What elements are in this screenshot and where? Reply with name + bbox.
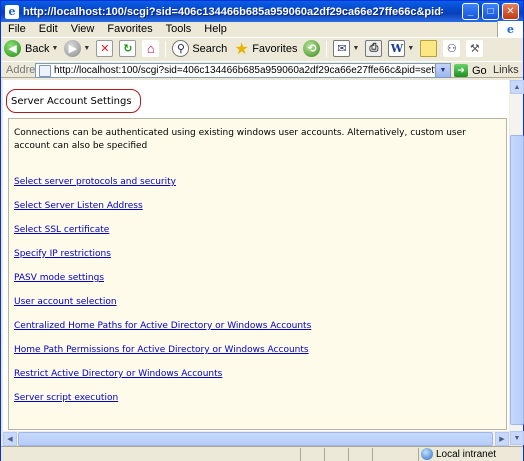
address-url[interactable]: http://localhost:100/scgi?sid=406c134466… xyxy=(54,65,435,76)
standard-toolbar: ◀ Back ▼ ▶ ▼ ✕ ↻ ⌂ ⚲ Search ★ Favorites … xyxy=(1,37,523,59)
scroll-left-icon[interactable]: ◀ xyxy=(3,432,17,446)
history-button[interactable]: ⟲ xyxy=(300,39,323,59)
status-cell xyxy=(325,447,349,461)
mail-button[interactable]: ✉ ▼ xyxy=(330,39,362,59)
toolbar-separator xyxy=(326,40,328,57)
page-content: Server Account Settings Connections can … xyxy=(3,80,509,445)
link-pasv-mode[interactable]: PASV mode settings xyxy=(14,273,104,283)
mail-icon: ✉ xyxy=(333,40,351,57)
ie-logo-icon: e xyxy=(5,4,19,19)
research-button[interactable]: ⚒ xyxy=(463,39,486,59)
discuss-button[interactable] xyxy=(417,39,440,59)
messenger-icon: ⚇ xyxy=(443,40,461,57)
go-arrow-icon: ➜ xyxy=(454,64,468,77)
address-field[interactable]: http://localhost:100/scgi?sid=406c134466… xyxy=(35,63,451,78)
link-user-account-selection[interactable]: User account selection xyxy=(14,297,117,307)
maximize-button[interactable]: □ xyxy=(482,3,499,20)
note-icon xyxy=(420,40,438,57)
status-cell xyxy=(349,447,373,461)
link-ssl-certificate[interactable]: Select SSL certificate xyxy=(14,225,109,235)
forward-dropdown-icon[interactable]: ▼ xyxy=(83,45,90,52)
search-icon: ⚲ xyxy=(172,40,190,57)
address-label: Address xyxy=(6,63,47,76)
messenger-button[interactable]: ⚇ xyxy=(440,39,463,59)
search-button[interactable]: ⚲ Search xyxy=(169,39,230,59)
go-button[interactable]: ➜ Go xyxy=(454,64,487,77)
windows-logo-icon: e xyxy=(497,21,523,37)
menu-bar: File Edit View Favorites Tools Help e xyxy=(1,21,523,37)
menu-favorites[interactable]: Favorites xyxy=(100,23,158,35)
intranet-globe-icon xyxy=(421,448,433,460)
edit-button[interactable]: W ▼ xyxy=(385,39,417,59)
scroll-down-icon[interactable]: ▼ xyxy=(510,431,524,445)
vertical-scrollbar[interactable]: ▲ ▼ xyxy=(509,80,524,445)
menu-edit[interactable]: Edit xyxy=(32,23,64,35)
mail-dropdown-icon[interactable]: ▼ xyxy=(352,45,359,52)
intro-text: Connections can be authenticated using e… xyxy=(14,128,466,151)
status-cell xyxy=(373,447,419,461)
back-dropdown-icon[interactable]: ▼ xyxy=(51,45,58,52)
go-label: Go xyxy=(472,64,487,77)
word-edit-icon: W xyxy=(388,40,406,57)
stop-icon: ✕ xyxy=(96,40,114,57)
minimize-button[interactable]: _ xyxy=(462,3,479,20)
link-centralized-home-paths[interactable]: Centralized Home Paths for Active Direct… xyxy=(14,321,311,331)
back-button[interactable]: ◀ Back ▼ xyxy=(1,39,61,59)
edit-dropdown-icon[interactable]: ▼ xyxy=(407,45,414,52)
back-label: Back xyxy=(25,42,50,55)
scroll-up-icon[interactable]: ▲ xyxy=(510,80,524,94)
link-listen-address[interactable]: Select Server Listen Address xyxy=(14,201,143,211)
toolbar-separator xyxy=(165,40,167,57)
forward-button[interactable]: ▶ ▼ xyxy=(61,39,93,59)
stop-button[interactable]: ✕ xyxy=(93,39,116,59)
address-bar: Address http://localhost:100/scgi?sid=40… xyxy=(1,61,523,78)
link-server-protocols[interactable]: Select server protocols and security xyxy=(14,177,176,187)
close-button[interactable]: ✕ xyxy=(502,3,519,20)
scroll-right-icon[interactable]: ▶ xyxy=(495,432,509,446)
home-button[interactable]: ⌂ xyxy=(139,39,162,59)
favorites-button[interactable]: ★ Favorites xyxy=(230,39,300,59)
horizontal-scrollbar[interactable]: ◀ ▶ xyxy=(3,431,509,446)
link-restrict-accounts[interactable]: Restrict Active Directory or Windows Acc… xyxy=(14,369,222,379)
browser-window: e http://localhost:100/scgi?sid=406c1344… xyxy=(0,0,524,461)
zone-label: Local intranet xyxy=(436,448,497,460)
star-icon: ★ xyxy=(234,40,249,58)
menu-file[interactable]: File xyxy=(1,23,32,35)
menu-tools[interactable]: Tools xyxy=(159,23,198,35)
history-icon: ⟲ xyxy=(303,40,321,57)
refresh-icon: ↻ xyxy=(119,40,137,57)
vertical-scroll-thumb[interactable] xyxy=(510,135,524,425)
print-icon: ⎙ xyxy=(365,40,383,57)
favorites-label: Favorites xyxy=(252,42,298,55)
settings-panel: Connections can be authenticated using e… xyxy=(8,118,507,430)
search-label: Search xyxy=(192,42,228,55)
security-zone: Local intranet xyxy=(421,448,496,460)
status-text-cell xyxy=(1,447,301,461)
page-icon xyxy=(39,64,51,77)
menu-view[interactable]: View xyxy=(64,23,101,35)
horizontal-scroll-thumb[interactable] xyxy=(18,432,493,446)
back-arrow-icon: ◀ xyxy=(4,40,21,57)
menu-help[interactable]: Help xyxy=(197,23,233,35)
title-bar: e http://localhost:100/scgi?sid=406c1344… xyxy=(1,1,523,22)
status-cell xyxy=(301,447,325,461)
home-icon: ⌂ xyxy=(142,40,160,57)
forward-arrow-icon: ▶ xyxy=(64,40,82,57)
page-title: Server Account Settings xyxy=(6,89,141,113)
links-button[interactable]: Links xyxy=(493,64,519,76)
address-dropdown-icon[interactable]: ▼ xyxy=(435,64,450,77)
refresh-button[interactable]: ↻ xyxy=(116,39,139,59)
link-server-script[interactable]: Server script execution xyxy=(14,393,118,403)
print-button[interactable]: ⎙ xyxy=(362,39,385,59)
status-bar: Local intranet xyxy=(1,446,523,461)
link-ip-restrictions[interactable]: Specify IP restrictions xyxy=(14,249,111,259)
tools-icon: ⚒ xyxy=(466,40,484,57)
window-title: http://localhost:100/scgi?sid=406c134466… xyxy=(23,5,443,18)
link-home-path-permissions[interactable]: Home Path Permissions for Active Directo… xyxy=(14,345,309,355)
